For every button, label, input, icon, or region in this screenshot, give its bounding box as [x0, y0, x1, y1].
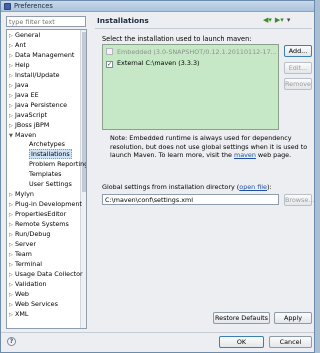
tree-item-label: Help [15, 60, 30, 69]
tree-item[interactable]: ▷ Run/Debug [9, 230, 50, 239]
tree-item-label: XML [15, 309, 29, 318]
tree-item-label: Validation [15, 279, 47, 288]
open-file-link[interactable]: open file [239, 183, 267, 191]
preference-tree: ▷ General ▷ Ant ▷ Data Management ▷ Help ▷ Instal… [6, 29, 87, 329]
tree-item[interactable]: ▷ Validation [9, 280, 47, 289]
tree-item-label: JavaScript [15, 110, 48, 119]
footer-divider [1, 332, 314, 333]
installations-list: Embedded (3.0-SNAPSHOT/0.12.1.20110112-1… [102, 44, 279, 130]
installation-label: Embedded (3.0-SNAPSHOT/0.12.1.20110112-1… [117, 48, 277, 56]
installation-row-embedded[interactable]: Embedded (3.0-SNAPSHOT/0.12.1.20110112-1… [106, 47, 277, 57]
installation-row-external[interactable]: ✓ External C:\maven (3.3.3) [106, 58, 200, 68]
restore-defaults-button[interactable]: Restore Defaults [213, 312, 270, 324]
nav-icons: ◀▾ ▶▾ ▾ [263, 16, 290, 24]
apply-button[interactable]: Apply [274, 312, 312, 324]
global-label-end: ): [267, 183, 272, 191]
tree-item[interactable]: ▷ Terminal [9, 260, 42, 269]
tree-item-label: PropertiesEditor [15, 210, 67, 219]
tree-item-label: User Settings [29, 180, 72, 189]
filter-input[interactable] [6, 16, 86, 27]
global-settings-field[interactable]: C:\maven\conf\settings.xml [102, 194, 279, 205]
embedded-checkbox[interactable] [106, 48, 113, 55]
help-icon[interactable]: ? [7, 337, 16, 346]
tree-item-label: Mylyn [15, 190, 34, 199]
page-title: Installations [97, 16, 149, 25]
tree-item[interactable]: Installations [23, 149, 72, 160]
tree-item[interactable]: ▷ Install/Update [9, 71, 60, 80]
tree-item[interactable]: ▷ Java EE [9, 91, 39, 100]
browse-button[interactable]: Browse... [284, 194, 314, 206]
tree-item[interactable]: ▷ Data Management [9, 51, 74, 60]
installation-label: External C:\maven (3.3.3) [117, 59, 200, 67]
view-menu-icon[interactable]: ▾ [287, 16, 291, 24]
external-checkbox[interactable]: ✓ [106, 61, 113, 68]
tree-item[interactable]: Templates [23, 170, 62, 179]
back-arrow-icon[interactable]: ◀▾ [263, 16, 272, 24]
tree-item-label: Maven [15, 130, 37, 139]
tree-item-label: Templates [29, 170, 62, 179]
tree-item[interactable]: ▷ JBoss jBPM [9, 121, 49, 130]
tree-item-label: Data Management [15, 50, 75, 59]
tree-item-label: Remote Systems [15, 220, 69, 229]
tree-item[interactable]: ▷ Usage Data Collector [9, 270, 83, 279]
select-installation-label: Select the installation used to launch m… [102, 35, 252, 43]
tree-item[interactable]: ▷ Web Services [9, 300, 58, 309]
header-divider [95, 28, 312, 29]
global-settings-label: Global settings from installation direct… [102, 183, 272, 191]
tree-item-label: Server [15, 239, 36, 248]
tree-item[interactable]: Problem Reporting [23, 160, 87, 169]
tree-item-label: Install/Update [15, 70, 60, 79]
tree-item-label: Ant [15, 40, 26, 49]
tree-item-label: Archetypes [29, 140, 65, 149]
tree-item-label: Installations [29, 149, 72, 160]
tree-item-label: Java EE [15, 90, 39, 99]
tree-item[interactable]: ▷ PropertiesEditor [9, 210, 66, 219]
tree-item-label: Web Services [15, 299, 58, 308]
tree-item-label: Run/Debug [15, 230, 51, 238]
tree-item[interactable]: User Settings [23, 180, 72, 189]
tree-item-label: Plug-in Development [15, 200, 82, 209]
title-bar: Preferences [1, 1, 314, 12]
tree-item-label: Terminal [15, 259, 43, 268]
tree-item[interactable]: ▷ JavaScript [9, 111, 47, 120]
tree-item[interactable]: ▷ Java [9, 81, 29, 90]
tree-item[interactable]: ▷ XML [9, 310, 28, 319]
note-text-end: web page. [255, 151, 292, 160]
tree-item-label: Java [15, 80, 29, 89]
window-title: Preferences [14, 2, 53, 10]
tree-item[interactable]: ▷ Server [9, 240, 36, 249]
tree-item[interactable]: ▷ Team [9, 250, 32, 259]
tree-item-label: Team [15, 249, 32, 258]
tree-item[interactable]: ▷ Web [9, 290, 29, 299]
tree-item[interactable]: Archetypes [23, 140, 65, 149]
maven-link[interactable]: maven [234, 151, 256, 159]
cancel-button[interactable]: Cancel [269, 336, 312, 348]
tree-item-label: Web [15, 289, 29, 298]
tree-item[interactable]: ▷ Ant [9, 41, 26, 50]
add-button[interactable]: Add... [284, 45, 312, 57]
tree-item[interactable]: ▷ Mylyn [9, 190, 34, 199]
tree-item-label: General [15, 31, 41, 39]
tree-scrollbar[interactable] [80, 30, 86, 328]
tree-item[interactable]: ▷ Remote Systems [9, 220, 69, 229]
tree-item[interactable]: ▷ General [9, 31, 40, 40]
tree-item[interactable]: ▷ Java Persistence [9, 101, 67, 110]
edit-button[interactable]: Edit... [284, 62, 312, 74]
forward-arrow-icon[interactable]: ▶▾ [275, 16, 284, 24]
tree-item-label: JBoss jBPM [15, 120, 50, 129]
global-label-text: Global settings from installation direct… [102, 183, 240, 191]
eclipse-icon [4, 3, 11, 10]
ok-button[interactable]: OK [219, 336, 264, 348]
remove-button[interactable]: Remove [284, 78, 312, 90]
tree-item-label: Problem Reporting [29, 160, 87, 169]
tree-item[interactable]: ▼ Maven [9, 131, 36, 140]
tree-item-label: Usage Data Collector [15, 269, 83, 278]
tree-item-label: Java Persistence [15, 100, 68, 109]
preferences-window: Preferences ▷General▷Ant▷Data Management… [0, 0, 315, 353]
tree-item[interactable]: ▷ Plug-in Development [9, 200, 82, 209]
embedded-note: Note: Embedded runtime is always used fo… [110, 134, 310, 160]
tree-item[interactable]: ▷ Help [9, 61, 30, 70]
